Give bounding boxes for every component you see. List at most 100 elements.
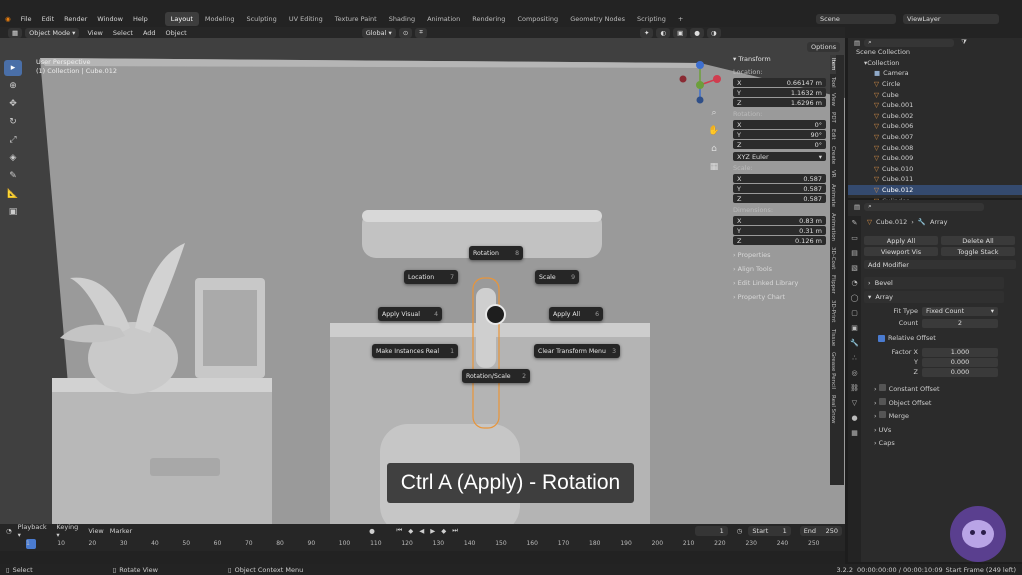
tab-sculpting[interactable]: Sculpting [240,12,282,26]
navigation-gizmo[interactable] [675,60,725,110]
relative-offset-checkbox[interactable] [878,334,885,342]
ntab-pdt[interactable]: PDT [830,109,836,126]
keying-menu[interactable]: Keying ▾ [56,523,82,539]
outliner-item-cube-008[interactable]: ▽ Cube.008 [848,142,1022,153]
prev-keyframe-icon[interactable]: ◆ [408,527,413,535]
menu-help[interactable]: Help [128,12,153,26]
properties-search-input[interactable]: ⌕ [864,202,985,211]
scene-tab-icon[interactable]: ◔ [848,276,861,291]
modifier-array-header[interactable]: ▾ Array [864,291,1004,303]
tab-texture-paint[interactable]: Texture Paint [329,12,383,26]
dimensions-y-field[interactable]: Y 0.31 m [733,226,826,235]
ntab-3d-print[interactable]: 3D-Print [830,297,836,325]
pie-location[interactable]: Location 7 [404,270,458,284]
texture-tab-icon[interactable]: ▦ [848,426,861,441]
ntab-view[interactable]: View [830,90,836,109]
pie-scale[interactable]: Scale 9 [535,270,579,284]
ntab-edit[interactable]: Edit [830,126,836,143]
pie-apply-visual[interactable]: Apply Visual 4 [378,307,442,321]
camera-view-icon[interactable]: ⌂ [706,140,722,158]
grid-view-icon[interactable]: ▦ [706,158,722,176]
add-workspace-icon[interactable]: + [672,12,689,26]
outliner-search-input[interactable]: ⌕ [864,38,955,47]
start-frame-field[interactable]: Start 1 [748,525,791,536]
constant-offset-row[interactable]: › Constant Offset [874,383,1020,397]
relative-offset-row[interactable]: Relative Offset [864,333,1020,343]
pan-hand-icon[interactable]: ✋ [706,122,722,140]
jump-end-icon[interactable]: ⏭ [452,526,458,535]
menu-render[interactable]: Render [59,12,92,26]
scale-x-field[interactable]: X 0.587 [733,174,826,183]
outliner-item-cube-011[interactable]: ▽ Cube.011 [848,174,1022,185]
dimensions-x-field[interactable]: X 0.83 m [733,216,826,225]
ntab-flipper[interactable]: Flipper [830,272,836,297]
modifier-tab-icon[interactable]: 🔧 [848,336,861,351]
menu-edit[interactable]: Edit [37,12,60,26]
outliner-item-cube-007[interactable]: ▽ Cube.007 [848,132,1022,143]
gizmo-toggle-icon[interactable]: ✦ [639,27,654,38]
viewport-vis-button[interactable]: Viewport Vis [864,247,938,256]
count-field[interactable]: 2 [922,318,998,328]
tab-geometry-nodes[interactable]: Geometry Nodes [564,12,631,26]
ntab-vr[interactable]: VR [830,167,836,181]
pie-rotation-scale[interactable]: Rotation/Scale 2 [462,369,530,383]
transform-icon[interactable]: ◈ [4,150,22,166]
ntab-animation[interactable]: Animation [830,210,836,244]
pie-make-instances-real[interactable]: Make Instances Real 1 [372,344,458,358]
caps-row[interactable]: › Caps [874,437,1020,451]
rotation-y-field[interactable]: Y 90° [733,130,826,139]
add-modifier-button[interactable]: Add Modifier [864,260,1016,269]
outliner-item-cube-006[interactable]: ▽ Cube.006 [848,121,1022,132]
outliner-item-cube-002[interactable]: ▽ Cube.002 [848,111,1022,122]
ntab-real-snow[interactable]: Real Snow [830,392,836,426]
marker-menu[interactable]: Marker [110,527,132,535]
outliner-item-cube[interactable]: ▽ Cube [848,89,1022,100]
view-layer-field[interactable]: ViewLayer [903,14,999,24]
render-tab-icon[interactable]: ▭ [848,231,861,246]
outliner-scene-collection[interactable]: Scene Collection [848,47,1022,58]
transform-header[interactable]: ▾ Transform [733,55,826,65]
timeline-view-menu[interactable]: View [88,527,103,535]
measure-icon[interactable]: 📐 [4,186,22,202]
menu-file[interactable]: File [16,12,37,26]
editor-type-icon[interactable]: ▦ [8,27,23,38]
current-frame-field[interactable]: 1 [694,525,728,536]
factor-y-field[interactable]: 0.000 [922,357,998,367]
cursor-icon[interactable]: ⊕ [4,78,22,94]
mode-dropdown[interactable]: Object Mode ▾ [25,27,80,38]
object-offset-row[interactable]: › Object Offset [874,397,1020,411]
constraints-tab-icon[interactable]: ⛓ [848,381,861,396]
dimensions-z-field[interactable]: Z 0.126 m [733,236,826,245]
fit-type-dropdown[interactable]: Fixed Count ▾ [922,306,998,316]
physics-tab-icon[interactable]: ◎ [848,366,861,381]
end-frame-field[interactable]: End 250 [799,525,843,536]
scale-y-field[interactable]: Y 0.587 [733,184,826,193]
outliner-editor-icon[interactable]: ▤ [854,39,860,47]
outliner-item-circle[interactable]: ▽ Circle [848,79,1022,90]
ntab-animate[interactable]: Animate [830,181,836,210]
pie-clear-transform-menu[interactable]: Clear Transform Menu 3 [534,344,620,358]
tab-modeling[interactable]: Modeling [199,12,241,26]
select-box-icon[interactable]: ▸ [4,60,22,76]
options-button[interactable]: Options [807,42,841,52]
rotation-x-field[interactable]: X 0° [733,120,826,129]
section-property-chart[interactable]: › Property Chart [733,293,826,307]
section-align-tools[interactable]: › Align Tools [733,265,826,279]
properties-editor-icon[interactable]: ▤ [854,203,860,211]
toggle-stack-button[interactable]: Toggle Stack [941,247,1015,256]
particles-tab-icon[interactable]: ∴ [848,351,861,366]
record-icon[interactable]: ● [369,527,375,535]
apply-all-button[interactable]: Apply All [864,236,938,245]
orientation-dropdown[interactable]: Global ▾ [361,27,396,38]
tab-animation[interactable]: Animation [421,12,466,26]
tab-scripting[interactable]: Scripting [631,12,672,26]
timeline-editor-icon[interactable]: ◔ [6,527,12,535]
rotation-z-field[interactable]: Z 0° [733,140,826,149]
delete-all-button[interactable]: Delete All [941,236,1015,245]
snap-icon[interactable]: ⌗ [415,27,427,38]
jump-start-icon[interactable]: ⏮ [396,526,402,535]
play-icon[interactable]: ▶ [430,527,435,535]
rotation-mode-dropdown[interactable]: XYZ Euler ▾ [733,152,826,161]
move-icon[interactable]: ✥ [4,96,22,112]
rotate-icon[interactable]: ↻ [4,114,22,130]
